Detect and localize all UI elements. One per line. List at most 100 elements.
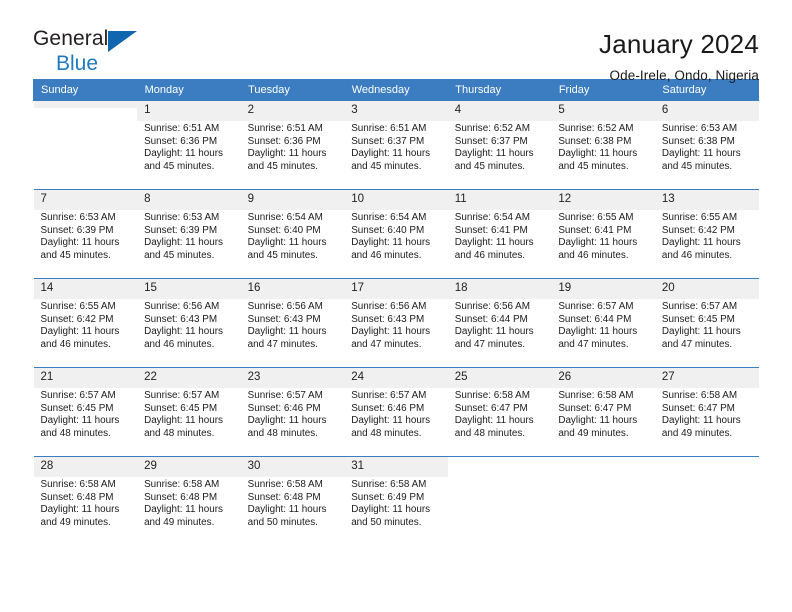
sunrise-text: Sunrise: 6:57 AM: [661, 301, 738, 313]
page-header: General Blue January 2024 Ode-Irele, Ond…: [33, 0, 759, 83]
day-number: 8: [137, 190, 241, 211]
calendar-day-cell[interactable]: 2 Sunrise: 6:51 AM Sunset: 6:36 PM Daylight…: [240, 100, 345, 190]
sunset-text: Sunset: 6:44 PM: [558, 313, 632, 325]
daylight-text-line1: Daylight: 11 hours: [558, 326, 638, 338]
calendar-day-cell[interactable]: 6 Sunrise: 6:53 AM Sunset: 6:38 PM Daylight…: [654, 100, 759, 190]
sunset-text: Sunset: 6:44 PM: [454, 313, 528, 325]
calendar-day-cell[interactable]: 13 Sunrise: 6:55 AM Sunset: 6:42 PM Dayligh…: [654, 189, 759, 279]
calendar-day-cell[interactable]: 22 Sunrise: 6:57 AM Sunset: 6:45 PM Dayligh…: [137, 367, 241, 457]
day-number: 11: [447, 190, 552, 211]
weekday-header-tuesday: Tuesday: [240, 79, 345, 101]
weekday-header-monday: Monday: [136, 79, 242, 101]
calendar-day-cell[interactable]: 15 Sunrise: 6:56 AM Sunset: 6:43 PM Dayligh…: [137, 278, 241, 368]
daylight-text-line1: Daylight: 11 hours: [661, 237, 741, 249]
sunset-text: Sunset: 6:40 PM: [351, 224, 425, 236]
general-blue-logo[interactable]: General Blue: [33, 28, 153, 80]
daylight-text-line2: and 45 minutes.: [247, 161, 318, 172]
calendar-page: General Blue January 2024 Ode-Irele, Ond…: [0, 0, 792, 612]
sunrise-text: Sunrise: 6:56 AM: [144, 301, 220, 313]
day-details: Sunrise: 6:57 AM Sunset: 6:46 PM Daylight:…: [344, 388, 448, 440]
day-details: Sunrise: 6:56 AM Sunset: 6:44 PM Daylight:…: [448, 299, 552, 351]
calendar-day-cell[interactable]: 11 Sunrise: 6:54 AM Sunset: 6:41 PM Dayligh…: [447, 189, 552, 279]
calendar-day-cell[interactable]: 1 Sunrise: 6:51 AM Sunset: 6:36 PM Daylight…: [137, 100, 241, 190]
calendar-day-cell[interactable]: 20 Sunrise: 6:57 AM Sunset: 6:45 PM Dayligh…: [654, 278, 759, 368]
daylight-text-line1: Daylight: 11 hours: [144, 237, 223, 249]
calendar-day-cell[interactable]: 24 Sunrise: 6:57 AM Sunset: 6:46 PM Dayligh…: [344, 367, 448, 457]
sunrise-text: Sunrise: 6:55 AM: [661, 212, 738, 224]
calendar-day-cell-empty: [33, 100, 138, 190]
sunset-text: Sunset: 6:48 PM: [247, 491, 321, 503]
sunset-text: Sunset: 6:48 PM: [40, 491, 114, 503]
daylight-text-line2: and 47 minutes.: [661, 339, 733, 350]
sunrise-text: Sunrise: 6:52 AM: [454, 123, 530, 135]
day-details: Sunrise: 6:53 AM Sunset: 6:39 PM Daylight:…: [137, 210, 241, 262]
day-details: Sunrise: 6:57 AM Sunset: 6:45 PM Daylight:…: [655, 299, 759, 351]
sunrise-text: Sunrise: 6:54 AM: [454, 212, 530, 224]
calendar-day-cell[interactable]: 31 Sunrise: 6:58 AM Sunset: 6:49 PM Dayligh…: [344, 456, 448, 546]
calendar-day-cell[interactable]: 27 Sunrise: 6:58 AM Sunset: 6:47 PM Dayligh…: [654, 367, 759, 457]
calendar-day-cell[interactable]: 29 Sunrise: 6:58 AM Sunset: 6:48 PM Dayligh…: [137, 456, 241, 546]
daylight-text-line2: and 45 minutes.: [558, 161, 629, 172]
daylight-text-line1: Daylight: 11 hours: [454, 148, 534, 160]
calendar-day-cell[interactable]: 5 Sunrise: 6:52 AM Sunset: 6:38 PM Daylight…: [551, 100, 655, 190]
calendar-day-cell[interactable]: 30 Sunrise: 6:58 AM Sunset: 6:48 PM Dayligh…: [240, 456, 345, 546]
calendar-day-cell[interactable]: 17 Sunrise: 6:56 AM Sunset: 6:43 PM Dayligh…: [344, 278, 448, 368]
calendar-day-cell[interactable]: 25 Sunrise: 6:58 AM Sunset: 6:47 PM Dayligh…: [447, 367, 552, 457]
daylight-text-line1: Daylight: 11 hours: [144, 504, 223, 516]
calendar-day-cell[interactable]: 9 Sunrise: 6:54 AM Sunset: 6:40 PM Daylight…: [240, 189, 345, 279]
logo-triangle-icon: [108, 31, 137, 52]
day-details: Sunrise: 6:58 AM Sunset: 6:48 PM Daylight:…: [34, 477, 138, 529]
daylight-text-line2: and 49 minutes.: [558, 428, 629, 439]
calendar-day-cell[interactable]: 19 Sunrise: 6:57 AM Sunset: 6:44 PM Dayligh…: [551, 278, 655, 368]
sunset-text: Sunset: 6:45 PM: [661, 313, 735, 325]
daylight-text-line1: Daylight: 11 hours: [144, 148, 223, 160]
daylight-text-line2: and 45 minutes.: [40, 250, 111, 261]
calendar-week-row: 28 Sunrise: 6:58 AM Sunset: 6:48 PM Dayligh…: [33, 456, 759, 546]
calendar-day-cell[interactable]: 26 Sunrise: 6:58 AM Sunset: 6:47 PM Dayligh…: [551, 367, 655, 457]
sunset-text: Sunset: 6:47 PM: [661, 402, 735, 414]
page-subtitle: Ode-Irele, Ondo, Nigeria: [609, 68, 759, 84]
daylight-text-line1: Daylight: 11 hours: [351, 237, 431, 249]
sunset-text: Sunset: 6:38 PM: [661, 135, 735, 147]
calendar-day-cell[interactable]: 12 Sunrise: 6:55 AM Sunset: 6:41 PM Dayligh…: [551, 189, 655, 279]
daylight-text-line2: and 50 minutes.: [247, 517, 318, 528]
daylight-text-line1: Daylight: 11 hours: [351, 504, 431, 516]
day-details: Sunrise: 6:57 AM Sunset: 6:44 PM Daylight:…: [551, 299, 655, 351]
day-number: 15: [137, 279, 241, 300]
daylight-text-line2: and 49 minutes.: [144, 517, 215, 528]
calendar-day-cell[interactable]: 3 Sunrise: 6:51 AM Sunset: 6:37 PM Daylight…: [344, 100, 448, 190]
calendar-day-cell[interactable]: 14 Sunrise: 6:55 AM Sunset: 6:42 PM Dayligh…: [33, 278, 138, 368]
sunset-text: Sunset: 6:47 PM: [454, 402, 528, 414]
calendar-day-cell[interactable]: 28 Sunrise: 6:58 AM Sunset: 6:48 PM Dayligh…: [33, 456, 138, 546]
day-number: 22: [137, 368, 241, 389]
day-details: Sunrise: 6:52 AM Sunset: 6:38 PM Daylight:…: [551, 121, 655, 173]
day-details: Sunrise: 6:57 AM Sunset: 6:45 PM Daylight:…: [34, 388, 138, 440]
sunset-text: Sunset: 6:41 PM: [558, 224, 632, 236]
calendar-day-cell[interactable]: 21 Sunrise: 6:57 AM Sunset: 6:45 PM Dayligh…: [33, 367, 138, 457]
daylight-text-line1: Daylight: 11 hours: [351, 415, 431, 427]
sunset-text: Sunset: 6:38 PM: [558, 135, 632, 147]
calendar-day-cell[interactable]: 4 Sunrise: 6:52 AM Sunset: 6:37 PM Daylight…: [447, 100, 552, 190]
sunset-text: Sunset: 6:46 PM: [351, 402, 425, 414]
day-details: Sunrise: 6:58 AM Sunset: 6:47 PM Daylight:…: [655, 388, 759, 440]
day-number: [33, 101, 138, 108]
sunset-text: Sunset: 6:42 PM: [661, 224, 735, 236]
calendar-day-cell[interactable]: 16 Sunrise: 6:56 AM Sunset: 6:43 PM Dayligh…: [240, 278, 345, 368]
day-details: Sunrise: 6:58 AM Sunset: 6:47 PM Daylight:…: [448, 388, 552, 440]
calendar-day-cell[interactable]: 23 Sunrise: 6:57 AM Sunset: 6:46 PM Dayligh…: [240, 367, 345, 457]
sunrise-text: Sunrise: 6:54 AM: [351, 212, 427, 224]
day-details: Sunrise: 6:58 AM Sunset: 6:49 PM Daylight:…: [344, 477, 448, 529]
day-number: 16: [240, 279, 345, 300]
calendar-day-cell[interactable]: 18 Sunrise: 6:56 AM Sunset: 6:44 PM Dayligh…: [447, 278, 552, 368]
calendar-day-cell[interactable]: 10 Sunrise: 6:54 AM Sunset: 6:40 PM Dayligh…: [344, 189, 448, 279]
day-details: Sunrise: 6:53 AM Sunset: 6:39 PM Daylight:…: [34, 210, 138, 262]
calendar-day-cell[interactable]: 7 Sunrise: 6:53 AM Sunset: 6:39 PM Daylight…: [33, 189, 138, 279]
daylight-text-line2: and 49 minutes.: [661, 428, 733, 439]
calendar-table: Sunday Monday Tuesday Wednesday Thursday…: [33, 79, 759, 546]
sunset-text: Sunset: 6:41 PM: [454, 224, 528, 236]
sunrise-text: Sunrise: 6:58 AM: [247, 479, 323, 491]
calendar-day-cell[interactable]: 8 Sunrise: 6:53 AM Sunset: 6:39 PM Daylight…: [137, 189, 241, 279]
day-number: 21: [33, 368, 138, 389]
sunrise-text: Sunrise: 6:55 AM: [40, 301, 116, 313]
daylight-text-line1: Daylight: 11 hours: [40, 326, 120, 338]
